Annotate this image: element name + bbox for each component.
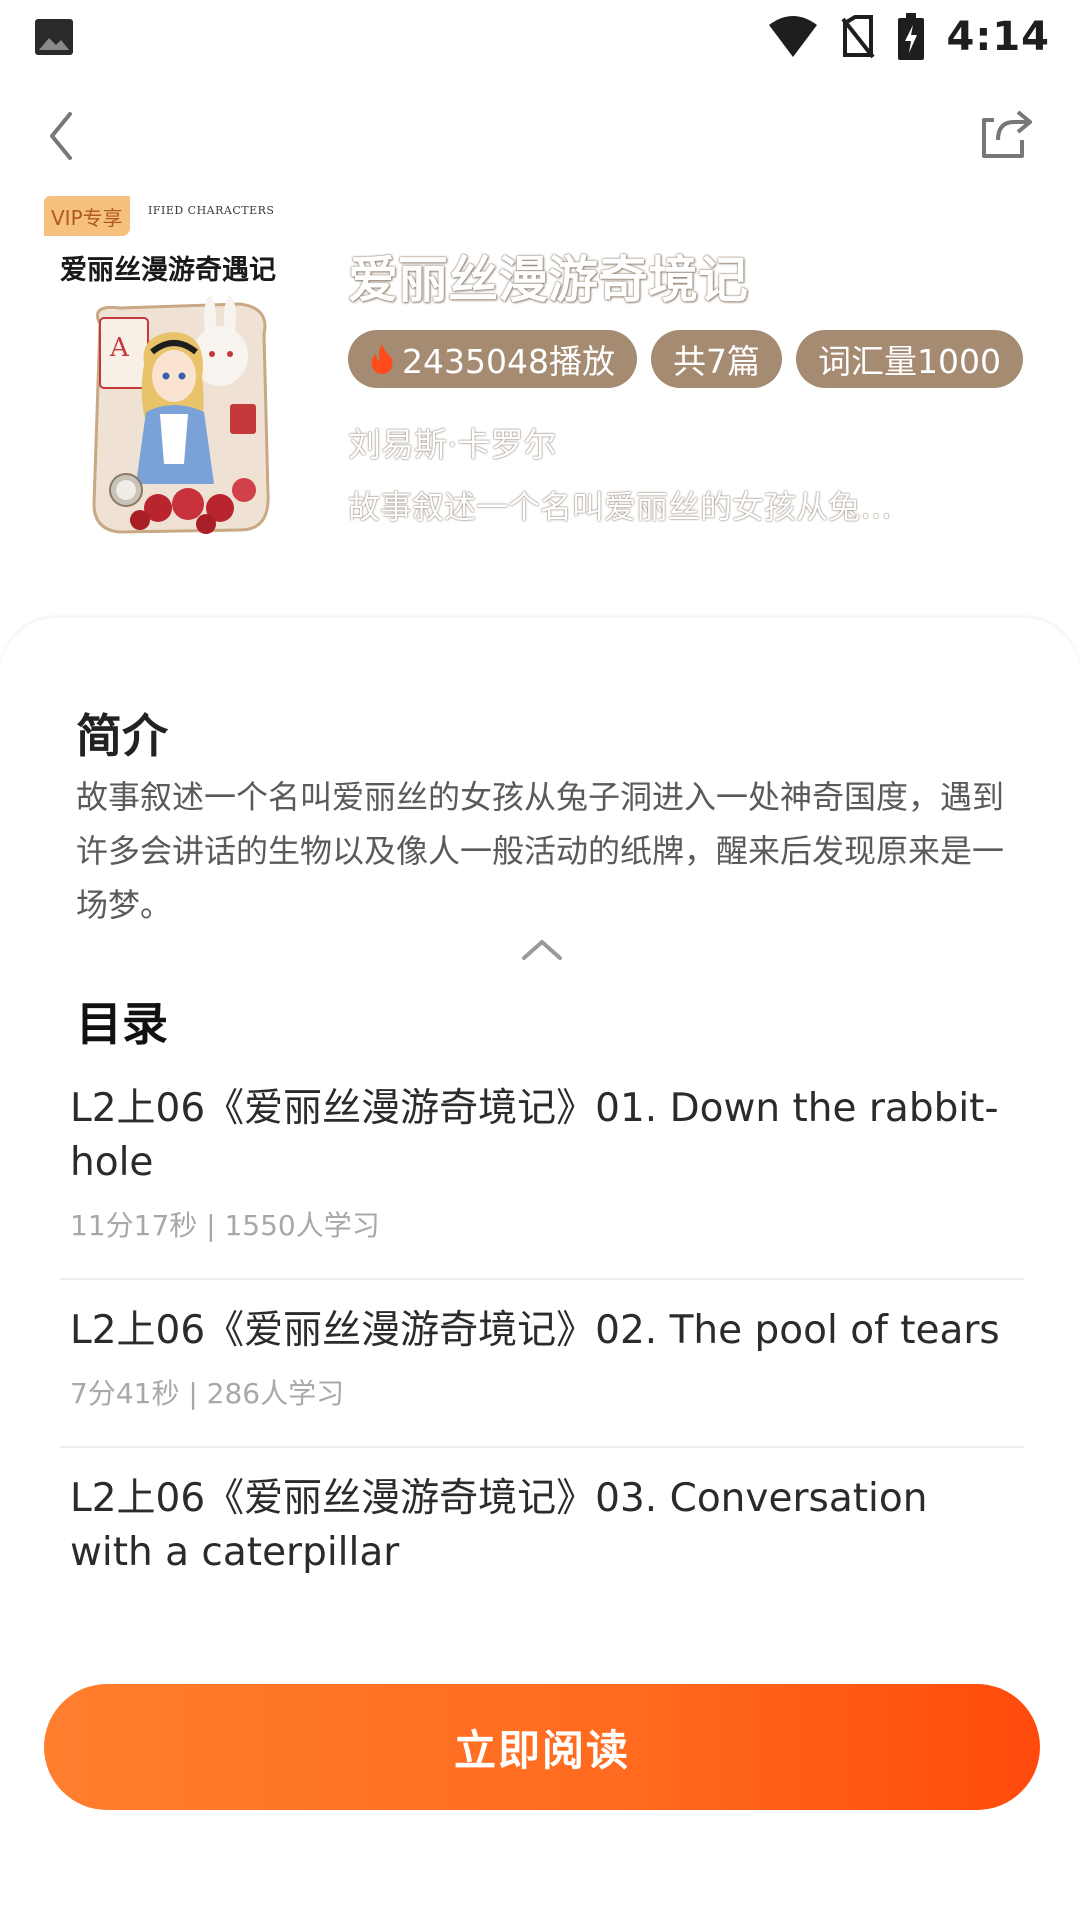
battery-charging-icon — [897, 13, 924, 60]
book-tags: 2435048播放 共7篇 词汇量1000 — [348, 330, 1023, 388]
toc-item-meta: 7分41秒 | 286人学习 — [70, 1377, 345, 1410]
book-title: 爱丽丝漫游奇境记 — [348, 251, 748, 309]
toc-item-title: L2上06《爱丽丝漫游奇境记》03. Conversation with a c… — [70, 1476, 928, 1575]
chapters-tag: 共7篇 — [650, 330, 782, 388]
image-icon — [35, 19, 73, 55]
toc-item-title: L2上06《爱丽丝漫游奇境记》01. Down the rabbit-hole — [70, 1086, 999, 1185]
wifi-icon — [768, 16, 817, 57]
book-cover[interactable]: IFIED CHARACTERS 爱丽丝漫游奇遇记 A VIP专享 — [44, 196, 306, 558]
cover-title: 爱丽丝漫游奇遇记 — [60, 255, 276, 286]
collapse-chevron-up-icon[interactable] — [520, 934, 564, 964]
share-button[interactable] — [978, 106, 1034, 162]
status-icons: 4:14 — [767, 10, 1051, 64]
vocabulary-tag: 词汇量1000 — [795, 330, 1023, 388]
toc-item[interactable]: L2上06《爱丽丝漫游奇境记》03. Conversation with a c… — [60, 1448, 1024, 1614]
book-short-description: 故事叙述一个名叫爱丽丝的女孩从兔… — [348, 488, 893, 526]
status-bar: 4:14 — [0, 0, 1080, 74]
fire-icon — [371, 344, 393, 374]
cover-illustration: A — [92, 296, 270, 534]
read-now-button[interactable]: 立即阅读 — [44, 1684, 1040, 1810]
toc-item-title: L2上06《爱丽丝漫游奇境记》02. The pool of tears — [70, 1308, 1000, 1353]
plays-tag: 2435048播放 — [348, 330, 637, 388]
toc-item[interactable]: L2上06《爱丽丝漫游奇境记》02. The pool of tears 7分4… — [60, 1280, 1024, 1448]
book-detail-screen: 4:14 IFIED CHARACTERS 爱丽丝漫游奇遇记 A VIP专享 爱… — [0, 0, 1080, 1920]
back-button[interactable] — [40, 108, 90, 164]
intro-text: 故事叙述一个名叫爱丽丝的女孩从兔子洞进入一处神奇国度，遇到许多会讲话的生物以及像… — [76, 778, 1005, 924]
toc-list: L2上06《爱丽丝漫游奇境记》01. Down the rabbit-hole … — [60, 1058, 1024, 1614]
no-sim-icon — [840, 15, 875, 59]
cover-subtitle: IFIED CHARACTERS — [148, 204, 275, 217]
vip-badge: VIP专享 — [44, 196, 130, 236]
toc-heading: 目录 — [76, 997, 168, 1051]
toc-item-meta: 11分17秒 | 1550人学习 — [70, 1209, 380, 1242]
intro-heading: 简介 — [76, 709, 168, 763]
book-author: 刘易斯·卡罗尔 — [348, 425, 557, 464]
plays-count: 2435048播放 — [402, 342, 615, 381]
svg-text:A: A — [109, 333, 130, 363]
toc-item[interactable]: L2上06《爱丽丝漫游奇境记》01. Down the rabbit-hole … — [60, 1058, 1024, 1280]
clock: 4:14 — [946, 14, 1050, 60]
